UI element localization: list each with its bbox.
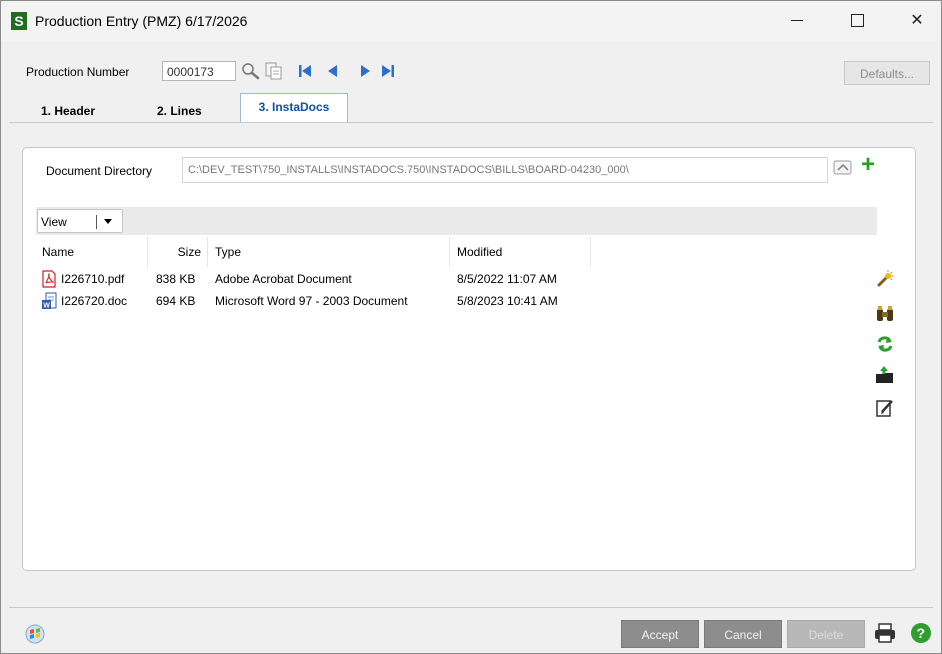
magic-wand-icon[interactable] bbox=[875, 269, 895, 289]
close-button[interactable]: ✕ bbox=[895, 7, 939, 35]
chevron-down-icon bbox=[104, 219, 112, 224]
copy-icon[interactable] bbox=[264, 62, 284, 80]
next-record-icon[interactable] bbox=[358, 62, 372, 80]
lookup-icon[interactable] bbox=[241, 62, 261, 80]
minimize-icon bbox=[791, 20, 803, 22]
word-doc-icon: W bbox=[42, 292, 57, 310]
pdf-icon bbox=[42, 270, 56, 288]
sage-app-icon: S bbox=[11, 12, 27, 30]
refresh-icon[interactable] bbox=[875, 334, 895, 354]
first-record-icon[interactable] bbox=[297, 62, 313, 80]
previous-record-icon[interactable] bbox=[326, 62, 340, 80]
production-number-input[interactable]: 0000173 bbox=[162, 61, 236, 81]
column-header-type[interactable]: Type bbox=[208, 237, 450, 267]
file-size: 694 KB bbox=[156, 294, 196, 308]
tab-instadocs[interactable]: 3. InstaDocs bbox=[240, 93, 348, 123]
window-title: Production Entry (PMZ) 6/17/2026 bbox=[35, 13, 248, 29]
browse-folder-icon[interactable] bbox=[833, 160, 853, 176]
file-modified: 5/8/2023 10:41 AM bbox=[457, 294, 558, 308]
svg-text:?: ? bbox=[917, 625, 926, 641]
upload-folder-icon[interactable] bbox=[875, 365, 895, 385]
print-icon[interactable] bbox=[874, 623, 896, 643]
column-header-name[interactable]: Name bbox=[36, 237, 148, 267]
tab-lines[interactable]: 2. Lines bbox=[157, 99, 202, 123]
document-directory-field[interactable]: C:\DEV_TEST\750_INSTALLS\INSTADOCS.750\I… bbox=[182, 157, 828, 183]
file-type: Microsoft Word 97 - 2003 Document bbox=[215, 294, 408, 308]
document-directory-label: Document Directory bbox=[46, 164, 153, 178]
tab-divider bbox=[9, 122, 933, 123]
windows-orb-icon[interactable] bbox=[25, 624, 45, 644]
production-entry-window: S Production Entry (PMZ) 6/17/2026 ✕ Pro… bbox=[0, 0, 942, 654]
view-dropdown[interactable]: View bbox=[37, 209, 123, 233]
edit-icon[interactable] bbox=[875, 398, 895, 418]
view-label: View bbox=[41, 215, 67, 229]
file-size: 838 KB bbox=[156, 272, 196, 286]
column-header-size[interactable]: Size bbox=[148, 237, 208, 267]
binoculars-icon[interactable] bbox=[875, 304, 895, 324]
help-icon[interactable]: ? bbox=[910, 622, 932, 644]
maximize-button[interactable] bbox=[835, 7, 879, 35]
last-record-icon[interactable] bbox=[380, 62, 396, 80]
minimize-button[interactable] bbox=[775, 7, 819, 35]
title-bar: S Production Entry (PMZ) 6/17/2026 ✕ bbox=[1, 1, 941, 41]
footer-divider bbox=[9, 607, 933, 608]
add-directory-icon[interactable]: + bbox=[861, 153, 883, 177]
file-row[interactable]: W I226720.doc 694 KB Microsoft Word 97 -… bbox=[36, 291, 596, 313]
view-separator bbox=[96, 215, 97, 229]
maximize-icon bbox=[850, 14, 864, 28]
tab-header[interactable]: 1. Header bbox=[41, 99, 95, 123]
production-number-label: Production Number bbox=[26, 65, 130, 79]
file-name: I226720.doc bbox=[61, 294, 128, 308]
cancel-button[interactable]: Cancel bbox=[704, 620, 782, 648]
column-header-modified[interactable]: Modified bbox=[450, 237, 591, 267]
delete-button[interactable]: Delete bbox=[787, 620, 865, 648]
close-icon: ✕ bbox=[910, 12, 924, 29]
file-name: I226710.pdf bbox=[61, 272, 125, 286]
file-list-toolbar bbox=[36, 207, 877, 235]
file-row[interactable]: I226710.pdf 838 KB Adobe Acrobat Documen… bbox=[36, 269, 596, 291]
accept-button[interactable]: Accept bbox=[621, 620, 699, 648]
defaults-button[interactable]: Defaults... bbox=[844, 61, 930, 85]
svg-text:W: W bbox=[43, 303, 50, 310]
file-type: Adobe Acrobat Document bbox=[215, 272, 352, 286]
file-modified: 8/5/2022 11:07 AM bbox=[457, 272, 557, 286]
